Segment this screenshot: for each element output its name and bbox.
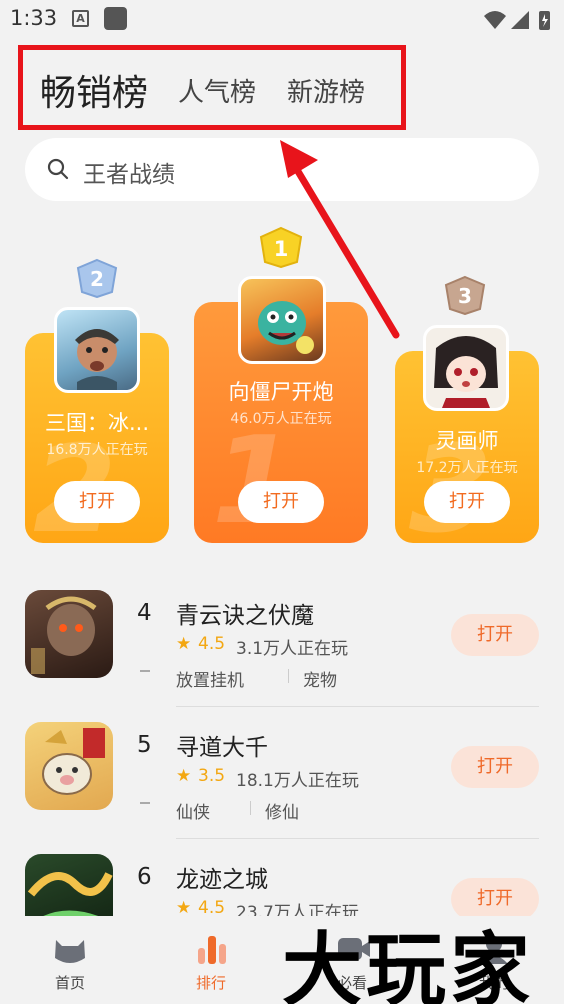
status-time: 1:33 — [10, 6, 58, 30]
rank-watermark-1: 1 — [212, 412, 296, 543]
rank-number: 5 — [137, 732, 152, 758]
home-cat-icon — [55, 940, 85, 963]
podium-game-name: 灵画师 — [435, 429, 499, 453]
open-button[interactable]: 打开 — [451, 614, 539, 656]
tab-bestseller[interactable]: 畅销榜 — [40, 64, 148, 116]
podium-players: 16.8万人正在玩 — [46, 442, 148, 458]
tag-divider — [250, 801, 251, 815]
podium-players: 46.0万人正在玩 — [230, 411, 332, 427]
rating-value: 4.5 — [198, 634, 226, 654]
open-button[interactable]: 打开 — [54, 481, 140, 523]
player-count: 3.1万人正在玩 — [236, 639, 349, 659]
annotation-arrow-icon — [280, 140, 400, 339]
category-tabs-highlight: 畅销榜 人气榜 新游榜 — [18, 45, 406, 130]
tag: 修仙 — [265, 803, 299, 823]
rating-value: 3.5 — [198, 766, 226, 786]
svg-text:3: 3 — [458, 284, 472, 308]
rank-number: 6 — [137, 864, 152, 890]
star-icon: ★ — [176, 898, 192, 916]
game-icon-xundaodaqian — [25, 722, 113, 810]
game-title: 寻道大千 — [176, 735, 268, 761]
rank-bars-icon — [198, 936, 226, 964]
trend-dash — [140, 670, 150, 672]
rank-2-badge-icon: 2 — [76, 258, 118, 298]
notification-a-icon: A — [72, 10, 89, 27]
notification-square-icon — [104, 7, 127, 30]
status-bar: 1:33 A — [0, 0, 564, 38]
tag: 放置挂机 — [176, 671, 244, 691]
game-icon-qingyunjue — [25, 590, 113, 678]
star-icon: ★ — [176, 634, 192, 654]
rank-number: 4 — [137, 600, 152, 626]
tab-popular[interactable]: 人气榜 — [178, 72, 256, 109]
system-status-icons — [484, 11, 550, 30]
row-divider — [176, 838, 539, 839]
podium-game-name: 向僵尸开炮 — [228, 380, 334, 404]
game-title: 青云诀之伏魔 — [176, 603, 314, 629]
watermark-logo: 大玩家 — [282, 923, 534, 1004]
nav-label-home: 首页 — [54, 974, 85, 992]
tab-new-games[interactable]: 新游榜 — [287, 72, 365, 109]
player-count: 18.1万人正在玩 — [236, 771, 359, 791]
game-icon-longjizhicheng — [25, 854, 113, 916]
tag: 仙侠 — [176, 803, 210, 823]
star-icon: ★ — [176, 766, 192, 786]
game-title: 龙迹之城 — [176, 867, 268, 893]
search-icon — [47, 158, 69, 180]
rating-value: 4.5 — [198, 898, 226, 916]
rank-3-badge-icon: 3 — [444, 275, 486, 315]
list-item[interactable]: 4 青云诀之伏魔 ★ 4.5 3.1万人正在玩 放置挂机 宠物 打开 — [25, 590, 539, 722]
trend-dash — [140, 802, 150, 804]
search-placeholder: 王者战绩 — [83, 162, 175, 188]
game-icon-sanguo[interactable] — [54, 307, 140, 393]
podium-players: 17.2万人正在玩 — [416, 460, 518, 476]
open-button[interactable]: 打开 — [424, 481, 510, 523]
svg-text:2: 2 — [90, 267, 104, 291]
row-divider — [176, 706, 539, 707]
open-button[interactable]: 打开 — [238, 481, 324, 523]
game-icon-linghuashi[interactable] — [423, 325, 509, 411]
tag-divider — [288, 669, 289, 683]
podium-game-name: 三国：冰... — [44, 411, 150, 435]
open-button[interactable]: 打开 — [451, 746, 539, 788]
tag: 宠物 — [303, 671, 337, 691]
nav-label-rank: 排行 — [195, 974, 226, 992]
list-item[interactable]: 5 寻道大千 ★ 3.5 18.1万人正在玩 仙侠 修仙 打开 — [25, 722, 539, 854]
